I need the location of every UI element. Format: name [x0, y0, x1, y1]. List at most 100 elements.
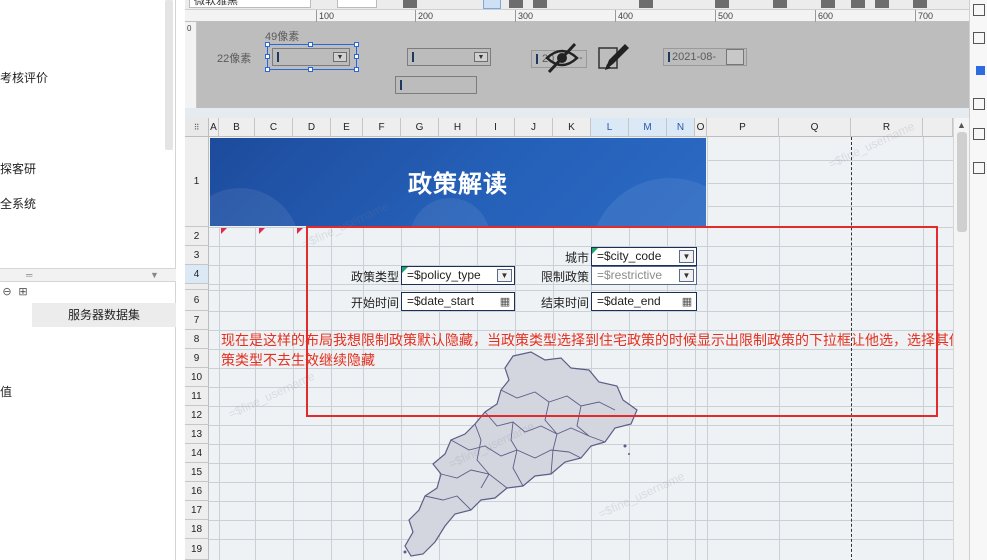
annotation-text: 现在是这样的布局我想限制政策默认隐藏，当政策类型选择到住宅政策的时候显示出限制政…: [221, 332, 953, 368]
ruler-mark: 300: [518, 11, 534, 21]
tree-item[interactable]: 全系统: [0, 195, 36, 212]
date-end-widget[interactable]: 2021-08-: [663, 48, 747, 66]
cell-attr-icon[interactable]: [973, 4, 985, 16]
tree-scrollbar[interactable]: [165, 0, 173, 150]
merge-icon[interactable]: [773, 0, 787, 8]
ruler-mark: 700: [918, 11, 934, 21]
annotation-highlight-box: [306, 226, 938, 417]
cell-flag-icon: [297, 228, 303, 234]
row-header-9[interactable]: 9: [185, 349, 209, 368]
column-header-p[interactable]: P: [707, 118, 779, 137]
restrictive-widget[interactable]: [395, 76, 477, 94]
policy-type-widget[interactable]: ▼: [407, 48, 491, 66]
font-color-icon[interactable]: [639, 0, 653, 8]
banner-image: 政策解读: [210, 138, 706, 226]
row-header-16[interactable]: 16: [185, 482, 209, 501]
watermark: =$fine_username: [226, 368, 317, 422]
hyperlink-icon[interactable]: [973, 128, 985, 140]
column-header-b[interactable]: B: [219, 118, 255, 137]
row-header-18[interactable]: 18: [185, 520, 209, 539]
format-toolbar: 微软雅黑: [185, 0, 969, 10]
row-header-3[interactable]: 3: [185, 246, 209, 265]
format-painter-icon[interactable]: [913, 0, 927, 8]
widget-settings-icon[interactable]: [973, 32, 985, 44]
row-header-6[interactable]: 6: [185, 290, 209, 311]
param-list-label: 值: [0, 385, 13, 399]
combo-widget-preview: ▼: [272, 48, 350, 66]
active-tab-indicator[interactable]: [976, 66, 985, 75]
scroll-up-arrow-icon[interactable]: ▲: [957, 120, 966, 130]
report-sheet[interactable]: ⠿ A B C D E F G H I J K L M N O P Q R 1 …: [185, 118, 953, 560]
ruler-mark: 100: [319, 11, 335, 21]
calendar-icon: [726, 49, 744, 65]
align-right-icon[interactable]: [533, 0, 547, 8]
row-header-2[interactable]: 2: [185, 227, 209, 246]
ruler-mark: 500: [718, 11, 734, 21]
column-header-n[interactable]: N: [667, 118, 695, 137]
column-header-d[interactable]: D: [293, 118, 331, 137]
font-size-select[interactable]: [337, 0, 377, 8]
bold-icon[interactable]: [403, 0, 417, 8]
row-header-4[interactable]: 4: [185, 265, 209, 284]
column-header-a[interactable]: A: [209, 118, 219, 137]
sheet-vertical-scrollbar[interactable]: ▲: [953, 118, 969, 560]
row-header-14[interactable]: 14: [185, 444, 209, 463]
column-header-j[interactable]: J: [515, 118, 553, 137]
widget-height-label: 22像素: [217, 53, 252, 65]
dropdown-arrow-icon: ▼: [333, 52, 347, 62]
dataset-tabs: 服务器数据集: [0, 303, 176, 327]
tab-server-dataset[interactable]: 服务器数据集: [32, 303, 176, 327]
function-icon[interactable]: [821, 0, 835, 8]
cell-flag-icon: [259, 228, 265, 234]
edit-dataset-icon[interactable]: ⊞: [16, 285, 30, 299]
row-header-7[interactable]: 7: [185, 311, 209, 330]
select-all-corner[interactable]: ⠿: [185, 118, 209, 137]
condition-attr-icon[interactable]: [973, 98, 985, 110]
column-header-e[interactable]: E: [331, 118, 363, 137]
font-family-select[interactable]: 微软雅黑: [189, 0, 311, 8]
column-header-m[interactable]: M: [629, 118, 667, 137]
tree-item[interactable]: 考核评价: [0, 69, 48, 86]
banner-title: 政策解读: [408, 171, 508, 198]
panel-splitter[interactable]: ═ ▼: [0, 268, 176, 282]
column-header-i[interactable]: I: [477, 118, 515, 137]
dataset-toolbar: ⊖ ⊞: [0, 283, 176, 303]
align-center-icon[interactable]: [509, 0, 523, 8]
ruler-mark: 400: [618, 11, 634, 21]
grip-icon: ═: [26, 270, 33, 280]
align-left-icon[interactable]: [483, 0, 501, 9]
scroll-thumb[interactable]: [957, 132, 967, 232]
column-header-c[interactable]: C: [255, 118, 293, 137]
tree-item[interactable]: 探客研: [0, 160, 36, 177]
row-header-1[interactable]: 1: [185, 137, 209, 227]
row-header-15[interactable]: 15: [185, 463, 209, 482]
tab-template-dataset[interactable]: [0, 303, 32, 327]
properties-icon[interactable]: [973, 162, 985, 174]
row-header-17[interactable]: 17: [185, 501, 209, 520]
row-header-10[interactable]: 10: [185, 368, 209, 387]
insert-image-icon[interactable]: [875, 0, 889, 8]
chart-icon[interactable]: [851, 0, 865, 8]
row-header-13[interactable]: 13: [185, 425, 209, 444]
preview-icon[interactable]: ⊖: [0, 285, 14, 299]
parameter-pane[interactable]: 49像素 22像素 ▼ ▼ 20 - 2021-08-: [197, 22, 969, 108]
dropdown-arrow-icon: ▼: [474, 52, 488, 62]
border-icon[interactable]: [715, 0, 729, 8]
row-header-11[interactable]: 11: [185, 387, 209, 406]
column-header-f[interactable]: F: [363, 118, 401, 137]
column-header-k[interactable]: K: [553, 118, 591, 137]
ruler-mark: 0: [187, 24, 192, 33]
selected-combo-widget[interactable]: ▼: [265, 42, 359, 72]
designer-area: 微软雅黑 100 200 300 400 500 600 700 0 49像素 …: [185, 0, 969, 560]
edit-pencil-icon[interactable]: [595, 42, 631, 74]
row-header-12[interactable]: 12: [185, 406, 209, 425]
row-header-19[interactable]: 19: [185, 539, 209, 560]
column-header-g[interactable]: G: [401, 118, 439, 137]
column-header-h[interactable]: H: [439, 118, 477, 137]
column-header-l[interactable]: L: [591, 118, 629, 137]
column-header-q[interactable]: Q: [779, 118, 851, 137]
collapse-triangle-icon[interactable]: ▼: [150, 270, 159, 280]
column-header-o[interactable]: O: [695, 118, 707, 137]
column-header-s[interactable]: [923, 118, 953, 137]
row-header-8[interactable]: 8: [185, 330, 209, 349]
